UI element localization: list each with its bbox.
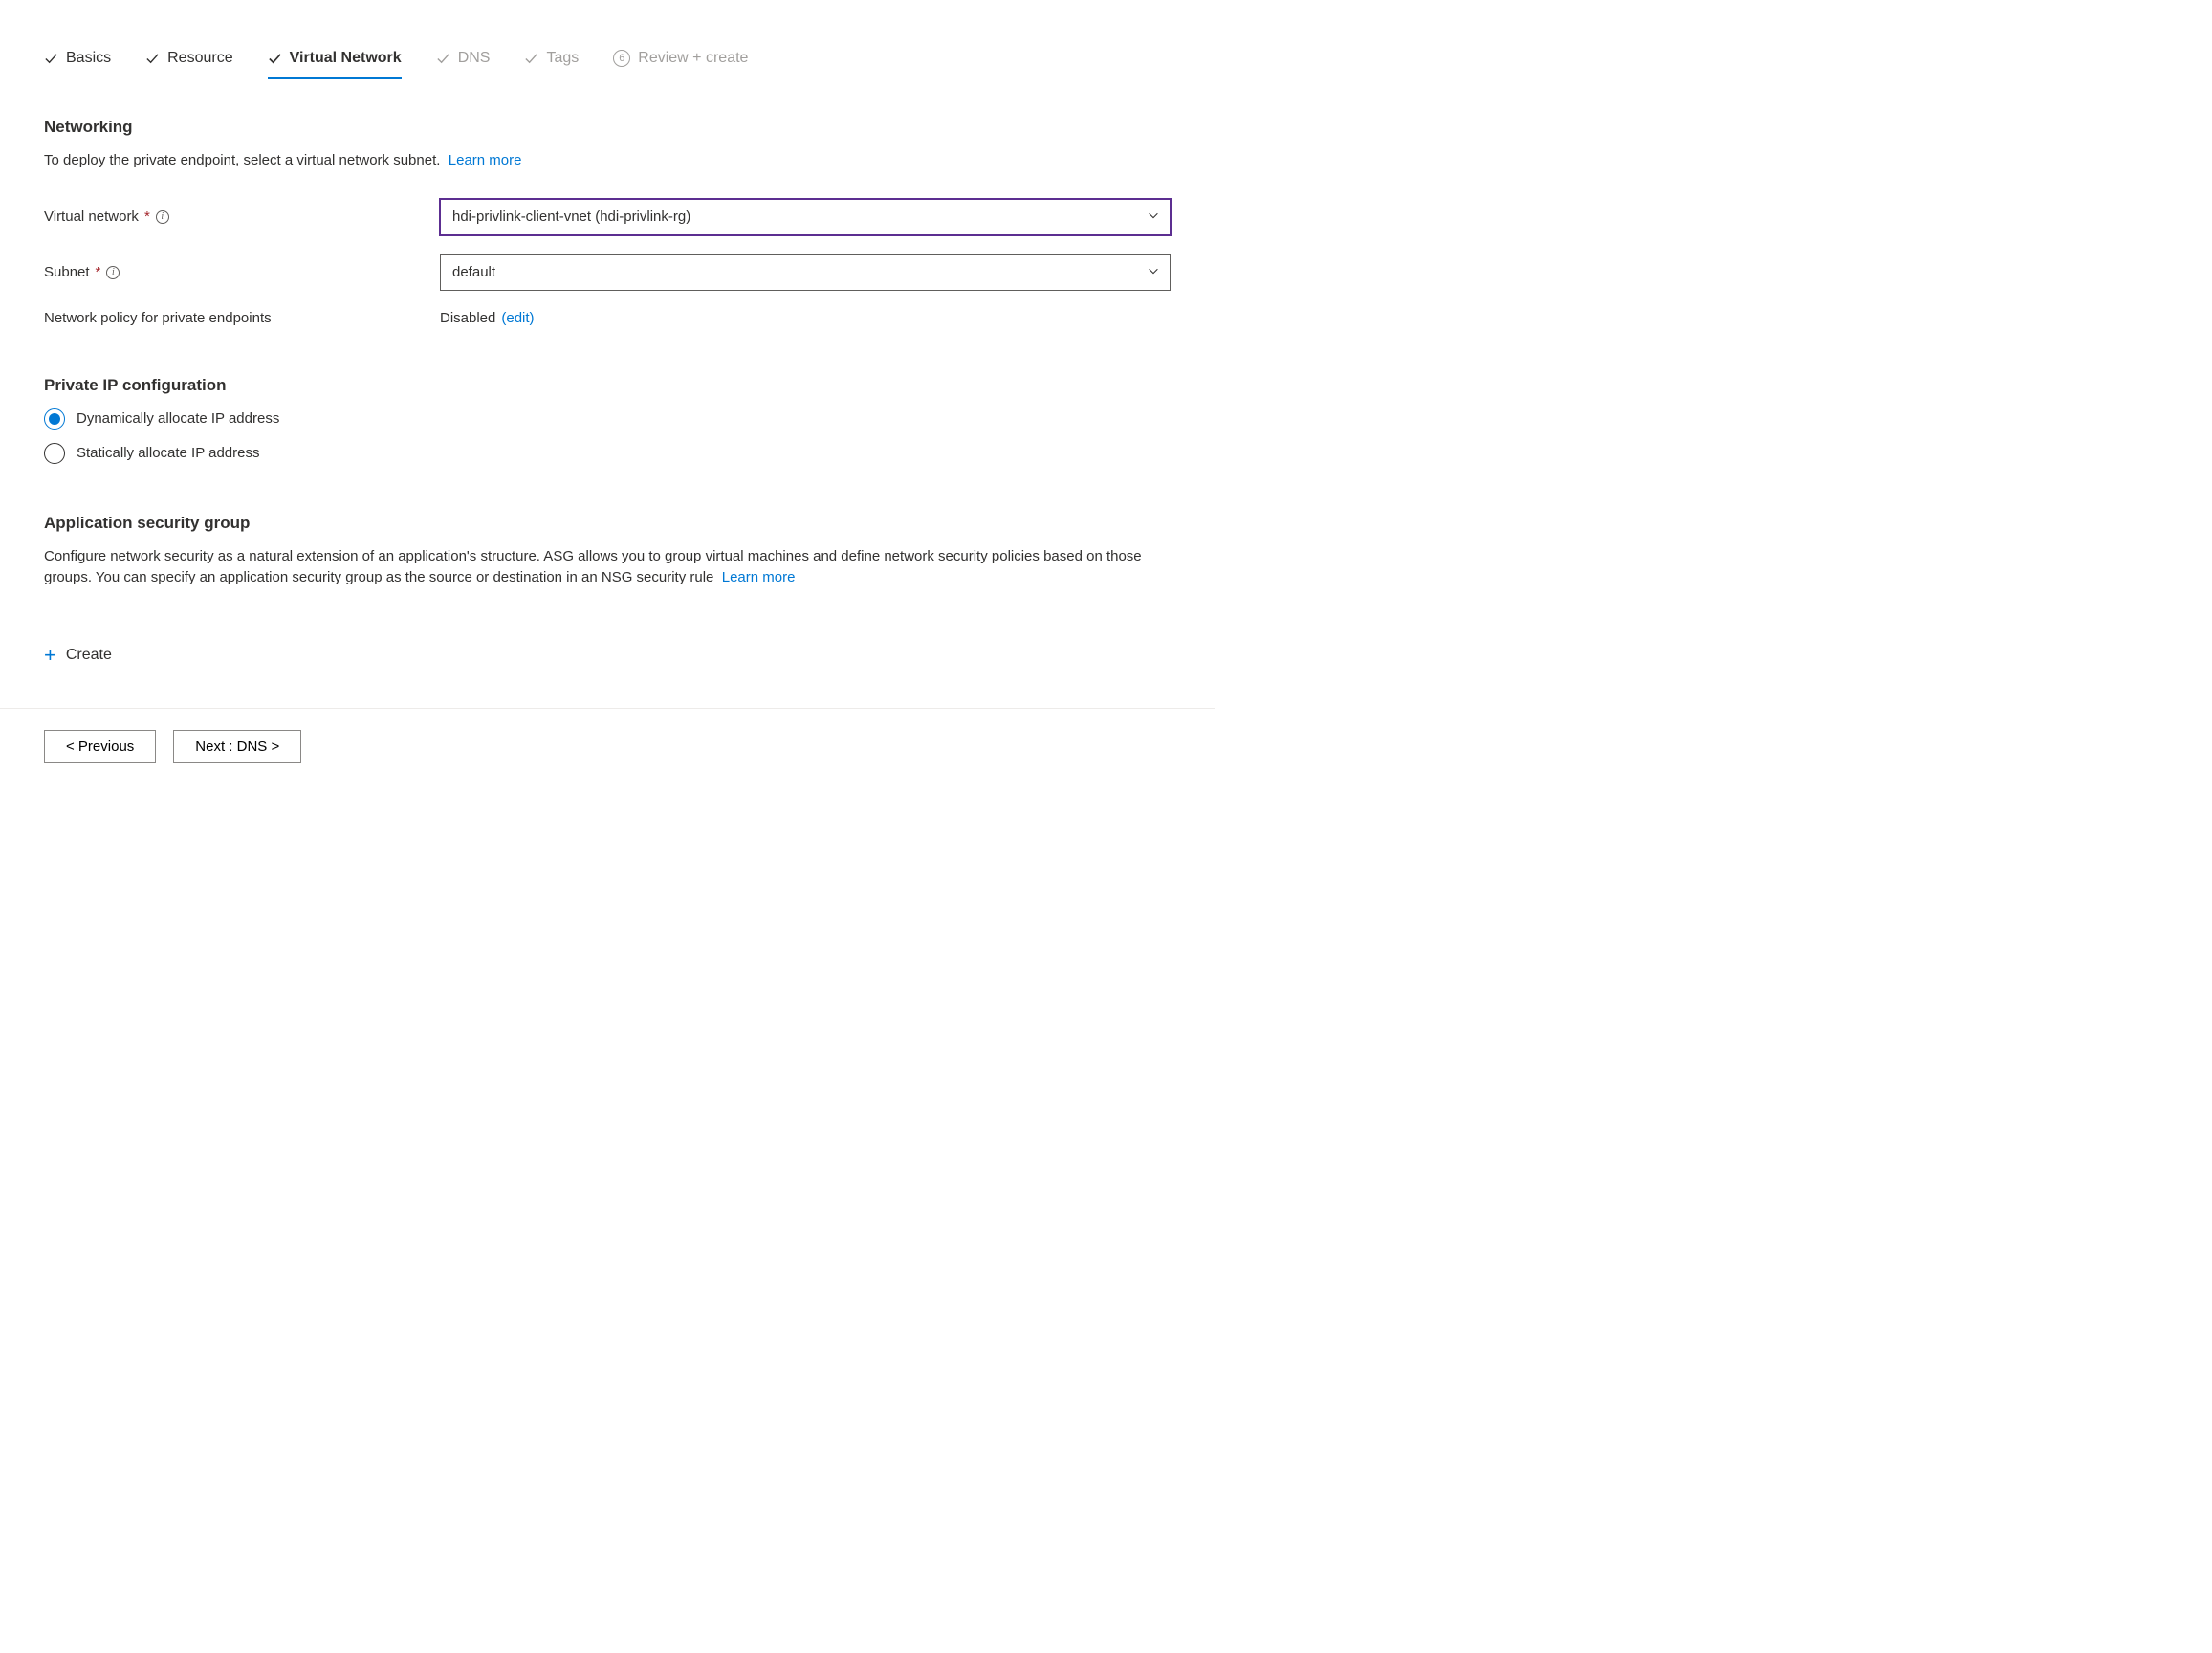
next-button[interactable]: Next : DNS >	[173, 730, 301, 763]
tab-resource[interactable]: Resource	[145, 50, 232, 79]
radio-icon	[44, 408, 65, 430]
ip-config-radio-group: Dynamically allocate IP address Statical…	[44, 408, 1171, 464]
check-icon	[436, 52, 450, 66]
check-icon	[145, 52, 160, 66]
required-indicator: *	[96, 264, 101, 280]
radio-label: Statically allocate IP address	[77, 445, 260, 461]
networking-heading: Networking	[44, 118, 1171, 137]
wizard-tabs: Basics Resource Virtual Network DNS Tags	[44, 50, 1171, 79]
check-icon	[524, 52, 538, 66]
chevron-down-icon	[1147, 264, 1160, 281]
create-asg-button[interactable]: + Create	[44, 645, 112, 666]
info-icon[interactable]: i	[156, 210, 169, 224]
radio-static-ip[interactable]: Statically allocate IP address	[44, 443, 1171, 464]
step-number-icon: 6	[613, 50, 630, 67]
tab-virtual-network[interactable]: Virtual Network	[268, 50, 402, 79]
tab-label: Review + create	[638, 50, 748, 67]
learn-more-link[interactable]: Learn more	[722, 569, 796, 585]
edit-policy-link[interactable]: (edit)	[501, 310, 534, 326]
chevron-down-icon	[1147, 209, 1160, 226]
info-icon[interactable]: i	[106, 266, 120, 279]
tab-tags[interactable]: Tags	[524, 50, 579, 79]
tab-label: Basics	[66, 50, 111, 67]
asg-description: Configure network security as a natural …	[44, 546, 1171, 589]
tab-label: Resource	[167, 50, 232, 67]
select-value: default	[452, 264, 495, 280]
select-value: hdi-privlink-client-vnet (hdi-privlink-r…	[452, 209, 690, 225]
subnet-label: Subnet * i	[44, 264, 440, 280]
tab-basics[interactable]: Basics	[44, 50, 111, 79]
network-policy-label: Network policy for private endpoints	[44, 310, 440, 326]
description-text: Configure network security as a natural …	[44, 548, 1142, 586]
wizard-footer: < Previous Next : DNS >	[0, 708, 1215, 784]
learn-more-link[interactable]: Learn more	[449, 152, 522, 168]
virtual-network-label: Virtual network * i	[44, 209, 440, 225]
plus-icon: +	[44, 645, 56, 666]
description-text: To deploy the private endpoint, select a…	[44, 152, 440, 168]
radio-dynamic-ip[interactable]: Dynamically allocate IP address	[44, 408, 1171, 430]
radio-icon	[44, 443, 65, 464]
networking-description: To deploy the private endpoint, select a…	[44, 150, 1171, 172]
previous-button[interactable]: < Previous	[44, 730, 156, 763]
tab-label: Virtual Network	[290, 50, 402, 67]
network-policy-value: Disabled	[440, 310, 495, 326]
required-indicator: *	[144, 209, 150, 225]
tab-dns[interactable]: DNS	[436, 50, 491, 79]
tab-label: Tags	[546, 50, 579, 67]
tab-review-create[interactable]: 6 Review + create	[613, 50, 748, 79]
create-label: Create	[66, 647, 112, 664]
asg-heading: Application security group	[44, 514, 1171, 533]
check-icon	[44, 52, 58, 66]
check-icon	[268, 52, 282, 66]
ip-config-heading: Private IP configuration	[44, 376, 1171, 395]
tab-label: DNS	[458, 50, 491, 67]
radio-label: Dynamically allocate IP address	[77, 410, 279, 427]
label-text: Subnet	[44, 264, 90, 280]
virtual-network-select[interactable]: hdi-privlink-client-vnet (hdi-privlink-r…	[440, 199, 1171, 235]
label-text: Virtual network	[44, 209, 139, 225]
subnet-select[interactable]: default	[440, 254, 1171, 291]
